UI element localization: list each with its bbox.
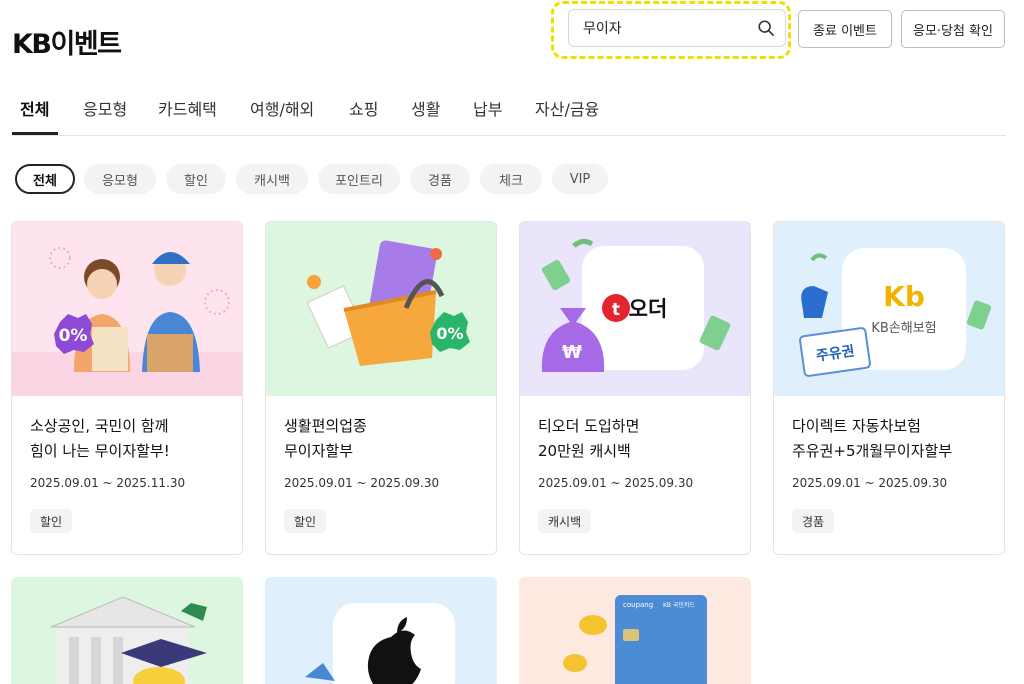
chip-discount[interactable]: 할인	[166, 164, 226, 194]
svg-text:t: t	[612, 300, 620, 320]
shopping-basket-illustration: 0%	[306, 240, 470, 366]
active-tab-indicator	[12, 132, 58, 135]
event-tag: 할인	[30, 509, 73, 533]
event-title: 생활편의업종 무이자할부	[284, 417, 367, 460]
event-date: 2025.09.01 ~ 2025.09.30	[538, 476, 694, 490]
event-thumbnail: t 오더 ₩	[520, 222, 750, 396]
tab-shopping[interactable]: 쇼핑	[349, 96, 378, 120]
kb-insurance-name: KB손해보험	[871, 321, 936, 336]
coupang-card-illustration: coupang KB 국민카드	[563, 595, 707, 684]
event-card[interactable]: 0% 생활편의업종 무이자할부 2025.09.01 ~ 2025.09.30 …	[265, 221, 497, 555]
chip-all[interactable]: 전체	[15, 164, 75, 194]
event-thumbnail: 0%	[12, 222, 242, 396]
chip-cashback[interactable]: 캐시백	[236, 164, 308, 194]
event-card-partial[interactable]	[265, 577, 497, 684]
site-logo[interactable]: KB이벤트	[12, 22, 122, 61]
check-results-button[interactable]: 응모·당첨 확인	[901, 10, 1005, 48]
event-card[interactable]: t 오더 ₩ 티오더 도입하면 20만원 캐시백 2025.09.01 ~ 20…	[519, 221, 751, 555]
zero-percent-badge: 0%	[436, 324, 463, 343]
apple-illustration	[305, 603, 455, 684]
tab-payment[interactable]: 납부	[473, 96, 502, 120]
event-card-partial[interactable]	[11, 577, 243, 684]
event-title: 티오더 도입하면 20만원 캐시백	[538, 417, 640, 460]
category-tabs: 전체 응모형 카드혜택 여행/해외 쇼핑 생활 납부 자산/금융	[12, 88, 1006, 136]
coupang-card-brand: coupang	[623, 601, 653, 609]
torder-logo: 오더	[629, 297, 668, 321]
zero-percent-badge: 0%	[59, 326, 88, 346]
search-input[interactable]	[583, 20, 757, 36]
search-box[interactable]	[568, 9, 786, 47]
chip-points[interactable]: 포인트리	[318, 164, 400, 194]
event-title: 소상공인, 국민이 함께 힘이 나는 무이자할부!	[30, 417, 170, 460]
merchants-illustration: 0%	[12, 247, 242, 396]
tab-card-benefits[interactable]: 카드혜택	[158, 96, 217, 120]
tab-life[interactable]: 생활	[411, 96, 440, 120]
chip-prize[interactable]: 경품	[410, 164, 470, 194]
chip-entry[interactable]: 응모형	[84, 164, 156, 194]
tab-entry[interactable]: 응모형	[83, 96, 127, 120]
event-card[interactable]: Kb KB손해보험 주유권 다이렉트 자동차보험 주유권+5개월무이자할부 20…	[773, 221, 1005, 555]
tab-all[interactable]: 전체	[20, 96, 49, 120]
search-icon[interactable]	[757, 19, 775, 37]
chip-check[interactable]: 체크	[480, 164, 542, 194]
event-date: 2025.09.01 ~ 2025.09.30	[284, 476, 440, 490]
chip-vip[interactable]: VIP	[552, 164, 608, 194]
event-tag: 캐시백	[538, 509, 592, 533]
tab-finance[interactable]: 자산/금융	[535, 96, 599, 120]
kb-card-mark: KB 국민카드	[663, 601, 696, 609]
university-illustration	[50, 596, 207, 684]
event-thumbnail: 0%	[266, 222, 496, 396]
event-title: 다이렉트 자동차보험 주유권+5개월무이자할부	[792, 417, 953, 460]
kb-insurance-mark: Kb	[883, 280, 925, 313]
event-date: 2025.09.01 ~ 2025.11.30	[30, 476, 186, 490]
torder-illustration: t 오더 ₩	[541, 238, 731, 372]
kb-insurance-illustration: Kb KB손해보험 주유권	[799, 248, 992, 377]
event-card[interactable]: 0% 소상공인, 국민이 함께 힘이 나는 무이자할부! 2025.09.01 …	[11, 221, 243, 555]
event-date: 2025.09.01 ~ 2025.09.30	[792, 476, 948, 490]
event-tag: 할인	[284, 509, 327, 533]
event-tag: 경품	[792, 509, 835, 533]
ended-events-button[interactable]: 종료 이벤트	[798, 10, 892, 48]
svg-text:₩: ₩	[562, 342, 582, 363]
event-thumbnail: Kb KB손해보험 주유권	[774, 222, 1004, 396]
tab-travel[interactable]: 여행/해외	[250, 96, 314, 120]
event-card-partial[interactable]: coupang KB 국민카드	[519, 577, 751, 684]
